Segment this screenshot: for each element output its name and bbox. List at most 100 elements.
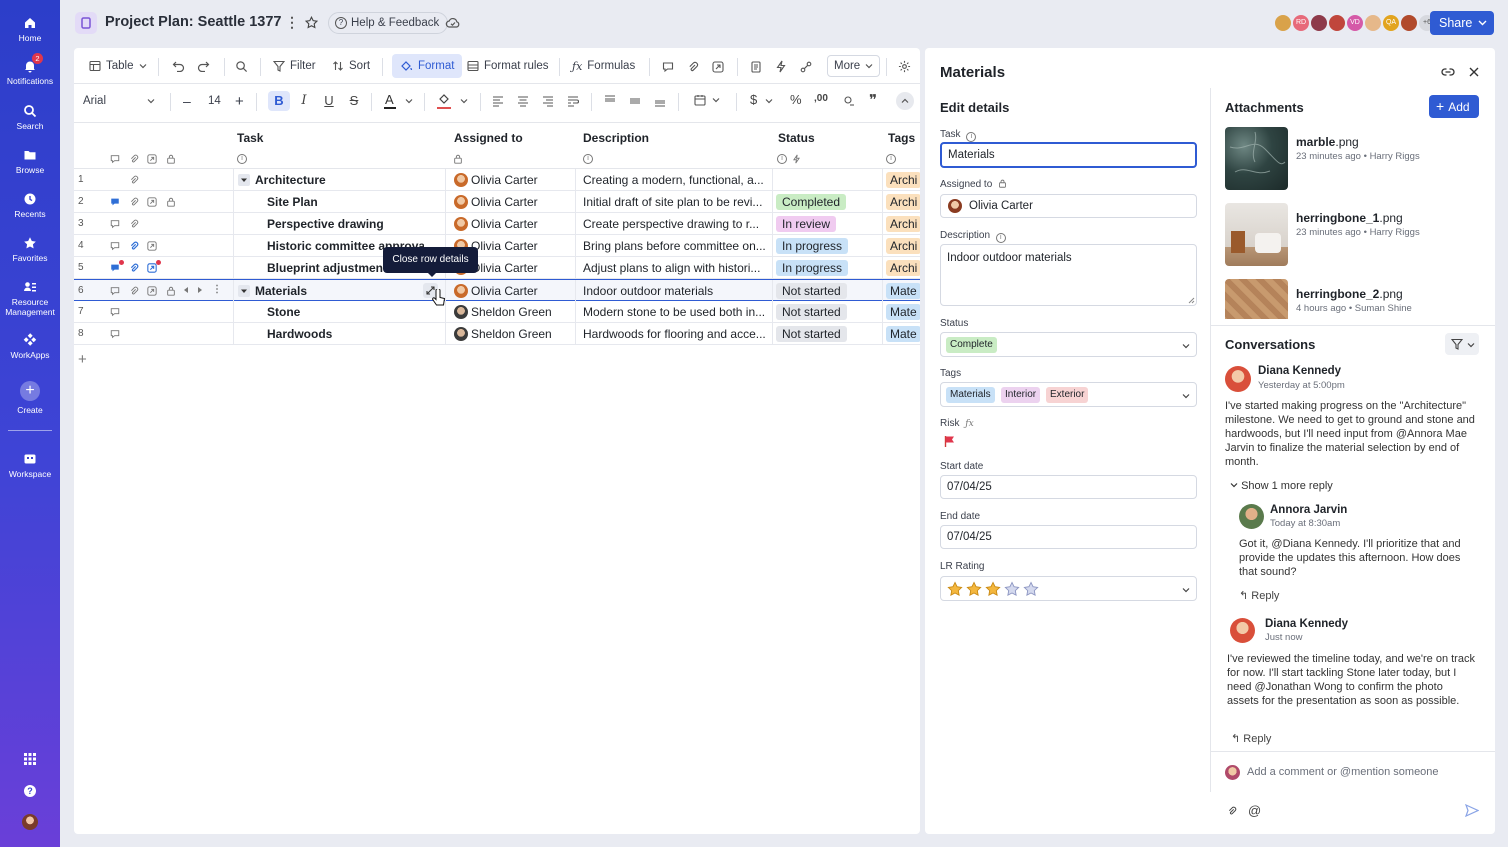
show-more-replies[interactable]: Show 1 more reply	[1230, 480, 1333, 492]
tags-cell[interactable]: Mate	[886, 323, 920, 345]
reply-button[interactable]: ↰ Reply	[1231, 732, 1271, 745]
column-header-task[interactable]: Task	[237, 131, 263, 145]
task-cell[interactable]: Hardwoods	[267, 323, 424, 345]
rail-notifications[interactable]: 2 Notifications	[0, 53, 60, 86]
text-color-button[interactable]: A	[383, 91, 415, 111]
tags-cell[interactable]: Archi	[886, 235, 920, 257]
attachment-icon[interactable]	[129, 219, 139, 229]
table-row[interactable]: 5 Blueprint adjustments Olivia Carter Adjus…	[74, 257, 920, 279]
italic-button[interactable]: I	[294, 91, 314, 111]
task-field[interactable]: Materials	[940, 142, 1197, 168]
comment-icon[interactable]	[110, 286, 120, 296]
settings-gear-icon[interactable]	[898, 60, 911, 73]
tags-cell[interactable]: Archi	[886, 169, 920, 191]
description-cell[interactable]: Initial draft of site plan to be revi...	[583, 191, 769, 213]
star-filled-icon[interactable]	[966, 581, 982, 597]
attachment-icon[interactable]	[1227, 805, 1237, 817]
description-cell[interactable]: Creating a modern, functional, a...	[583, 169, 769, 191]
strikethrough-button[interactable]: S	[344, 91, 364, 111]
app-grid-icon[interactable]	[24, 753, 36, 765]
rail-recents[interactable]: Recents	[0, 192, 60, 219]
attachment-icon[interactable]	[129, 241, 139, 251]
currency-format-button[interactable]: $	[750, 92, 778, 110]
column-header-assigned[interactable]: Assigned to	[454, 131, 523, 145]
undo-icon[interactable]	[172, 60, 185, 72]
valign-top-icon[interactable]	[604, 94, 616, 106]
collapse-toggle[interactable]	[238, 174, 250, 186]
star-filled-icon[interactable]	[947, 581, 963, 597]
rail-browse[interactable]: Browse	[0, 148, 60, 175]
tags-cell[interactable]: Archi	[886, 257, 920, 279]
status-cell[interactable]: Completed	[776, 191, 880, 213]
description-cell[interactable]: Indoor outdoor materials	[583, 280, 769, 302]
favorite-star-icon[interactable]	[305, 16, 318, 29]
tags-cell[interactable]: Archi	[886, 213, 920, 235]
attachment-item[interactable]: herringbone_1.png 23 minutes ago • Harry…	[1225, 203, 1475, 267]
assigned-field[interactable]: Olivia Carter	[940, 194, 1197, 218]
more-button[interactable]: More	[827, 55, 881, 77]
status-dropdown[interactable]: Complete	[940, 332, 1197, 357]
percent-format-button[interactable]: %	[790, 92, 802, 107]
table-row[interactable]: 1 Architecture Olivia Carter Creating a mo…	[74, 169, 920, 191]
wrap-text-icon[interactable]	[567, 95, 579, 107]
star-empty-icon[interactable]	[1023, 581, 1039, 597]
comment-icon[interactable]	[110, 241, 120, 251]
assigned-cell[interactable]: Olivia Carter	[471, 257, 571, 279]
proofing-icon[interactable]	[147, 263, 157, 273]
format-button[interactable]: Format	[392, 54, 463, 78]
description-cell[interactable]: Modern stone to be used both in...	[583, 301, 769, 323]
start-date-field[interactable]: 07/04/25	[940, 475, 1197, 499]
comment-icon[interactable]	[662, 61, 674, 73]
rail-create[interactable]: + Create	[0, 381, 60, 415]
help-icon[interactable]: ?	[24, 785, 36, 797]
automation-icon[interactable]	[775, 60, 787, 73]
indent-left-icon[interactable]	[184, 287, 188, 293]
search-icon[interactable]	[235, 60, 248, 73]
assigned-cell[interactable]: Olivia Carter	[471, 213, 571, 235]
description-cell[interactable]: Adjust plans to align with histori...	[583, 257, 769, 279]
align-right-icon[interactable]	[542, 95, 554, 107]
comment-icon[interactable]	[110, 219, 120, 229]
rail-home[interactable]: Home	[0, 16, 60, 43]
valign-middle-icon[interactable]	[629, 95, 641, 107]
table-row[interactable]: 7 Stone Sheldon Green Modern stone to be us…	[74, 301, 920, 323]
assigned-cell[interactable]: Olivia Carter	[471, 280, 571, 302]
status-cell[interactable]: In progress	[776, 257, 880, 279]
comment-icon[interactable]	[110, 329, 120, 339]
table-row[interactable]: 3 Perspective drawing Olivia Carter Create …	[74, 213, 920, 235]
status-cell[interactable]: Not started	[776, 323, 880, 345]
tags-dropdown[interactable]: Materials Interior Exterior	[940, 382, 1197, 407]
date-format-button[interactable]	[694, 94, 724, 108]
add-row-button[interactable]: +	[78, 351, 87, 368]
underline-button[interactable]: U	[319, 91, 339, 111]
end-date-field[interactable]: 07/04/25	[940, 525, 1197, 549]
valign-bottom-icon[interactable]	[654, 96, 666, 108]
view-selector[interactable]: Table	[89, 50, 147, 82]
comment-input[interactable]: Add a comment or @mention someone	[1247, 766, 1477, 778]
star-filled-icon[interactable]	[985, 581, 1001, 597]
attachment-item[interactable]: marble.png 23 minutes ago • Harry Riggs	[1225, 127, 1475, 191]
font-size-decrease[interactable]: –	[183, 85, 191, 117]
task-cell[interactable]: Stone	[267, 301, 424, 323]
font-size-increase[interactable]: +	[235, 85, 244, 117]
table-row[interactable]: 6 ⋮ Materials Olivia Carter Indoor outdoor …	[74, 279, 920, 302]
resize-handle-icon[interactable]	[1188, 297, 1195, 304]
conversation-filter-button[interactable]	[1445, 333, 1479, 355]
link-icon[interactable]	[1441, 67, 1455, 77]
rail-workspace[interactable]: Workspace	[0, 452, 60, 479]
collapse-toggle[interactable]	[238, 285, 250, 297]
connections-icon[interactable]	[800, 61, 812, 73]
reply-button[interactable]: ↰ Reply	[1239, 589, 1279, 602]
assigned-cell[interactable]: Olivia Carter	[471, 169, 571, 191]
comment-icon[interactable]	[110, 263, 120, 273]
more-menu-icon[interactable]: ⋮	[285, 14, 299, 31]
decimal-icon[interactable]	[843, 95, 855, 107]
status-cell[interactable]: Not started	[776, 280, 880, 302]
thousands-separator-button[interactable]: ,00	[814, 93, 828, 104]
tags-cell[interactable]: Mate	[886, 301, 920, 323]
task-cell[interactable]: Materials	[255, 280, 424, 302]
table-row[interactable]: 8 Hardwoods Sheldon Green Hardwoods for flo…	[74, 323, 920, 345]
row-menu-icon[interactable]: ⋮	[212, 284, 222, 295]
status-cell[interactable]: In review	[776, 213, 880, 235]
attachment-icon[interactable]	[129, 263, 139, 273]
